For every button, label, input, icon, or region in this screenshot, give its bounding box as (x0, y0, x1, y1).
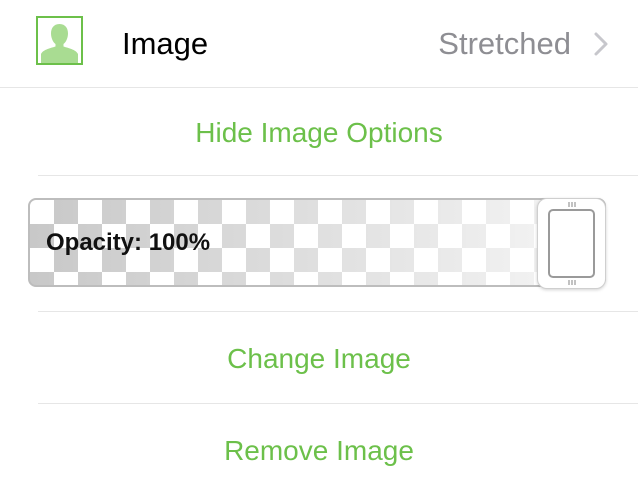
person-silhouette-icon (38, 18, 81, 63)
opacity-slider-thumb[interactable] (537, 198, 606, 289)
image-thumbnail (36, 16, 83, 65)
image-mode-value: Stretched (438, 26, 571, 61)
divider (38, 175, 638, 176)
change-image-button[interactable]: Change Image (0, 339, 638, 379)
grip-icon (568, 280, 576, 285)
chevron-right-icon (594, 32, 608, 56)
grip-icon (568, 202, 576, 207)
opacity-label: Opacity: 100% (46, 229, 211, 256)
opacity-thumb-window (548, 209, 595, 278)
image-setting-row[interactable]: Image Stretched (0, 0, 638, 88)
remove-image-button[interactable]: Remove Image (0, 431, 638, 471)
divider (38, 403, 638, 404)
opacity-slider[interactable]: Opacity: 100% (28, 198, 606, 287)
divider (38, 311, 638, 312)
divider (0, 87, 638, 88)
hide-image-options-button[interactable]: Hide Image Options (0, 113, 638, 153)
image-setting-label: Image (122, 26, 209, 61)
